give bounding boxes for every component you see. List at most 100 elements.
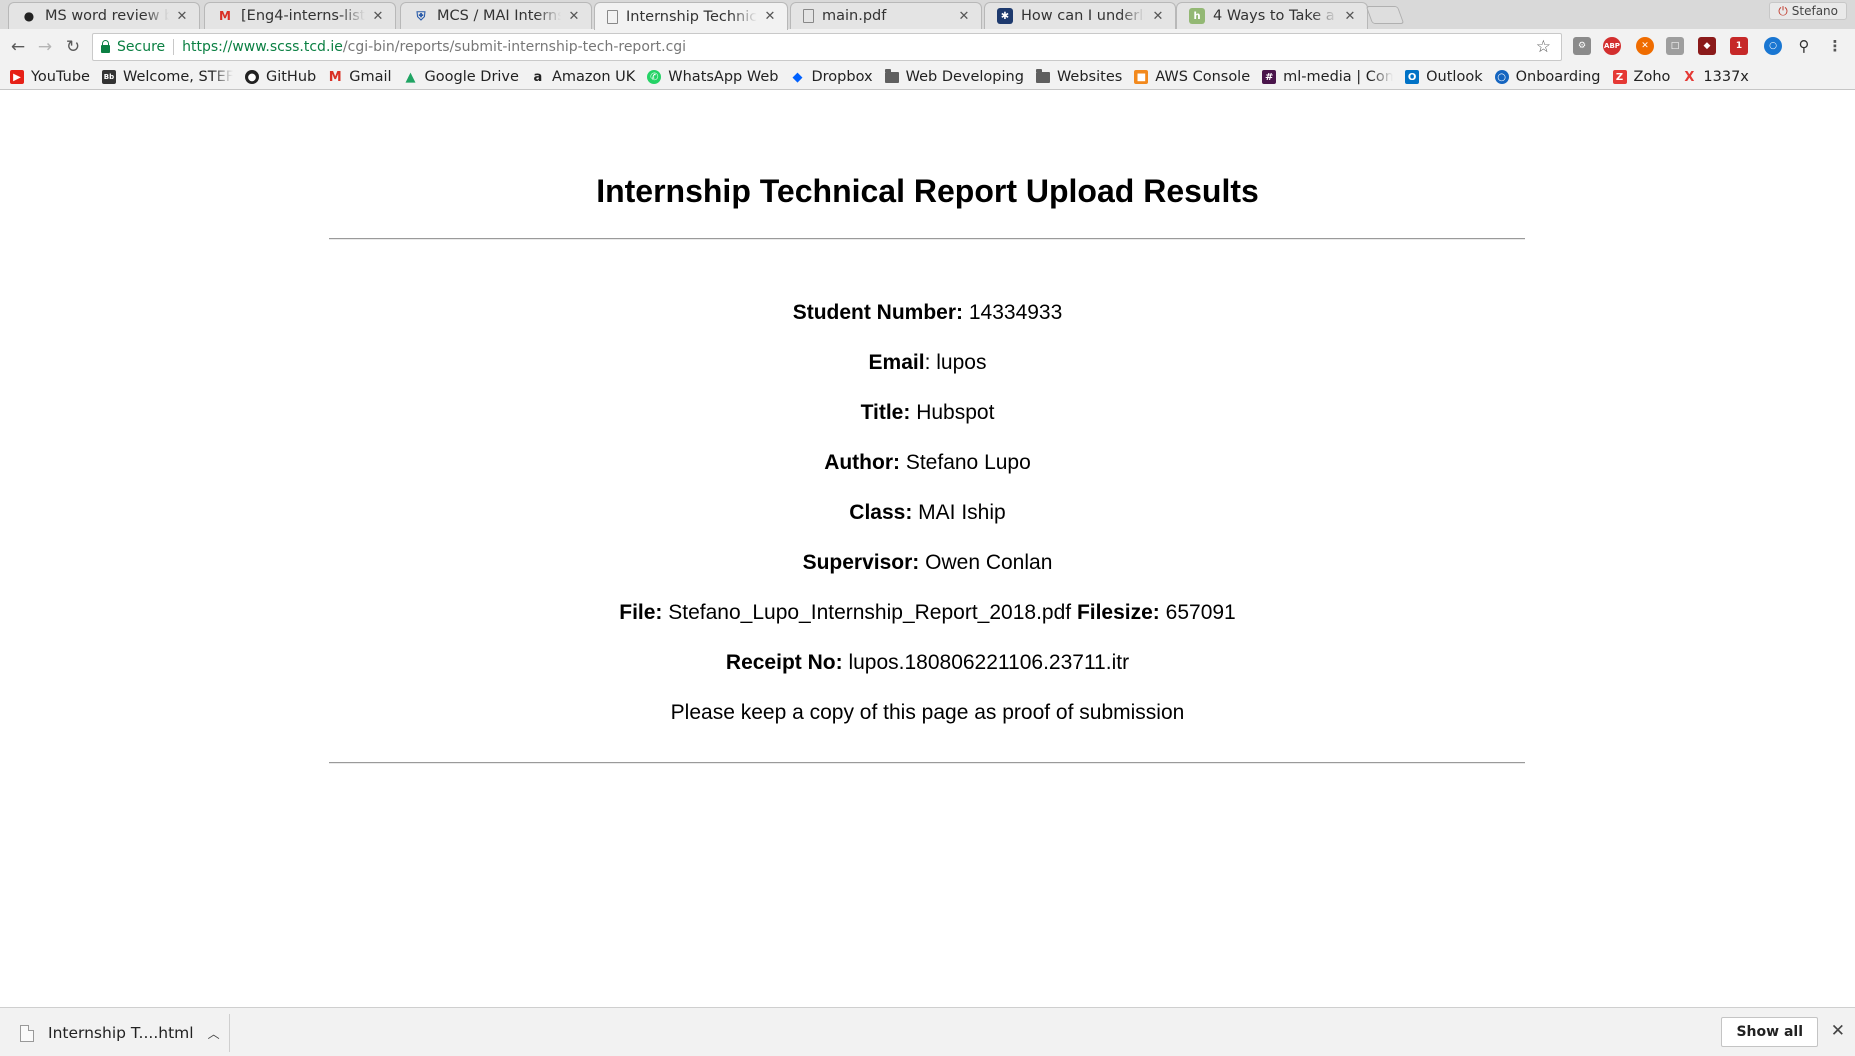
tab-strip: ● MS word review by ✕ M [Eng4-interns-li… (0, 0, 1855, 30)
file-name-value: Stefano_Lupo_Internship_Report_2018.pdf (668, 601, 1072, 624)
browser-toolbar: ← → ↻ Secure https://www.scss.tcd.ie /cg… (0, 29, 1855, 65)
close-icon[interactable]: ✕ (1831, 1021, 1845, 1041)
receipt-value: lupos.180806221106.23711.itr (848, 651, 1130, 674)
bookmark-ml-media[interactable]: #ml-media | Comp (1262, 69, 1393, 85)
bookmark-aws-console[interactable]: ■ AWS Console (1134, 69, 1250, 85)
supervisor-value: Owen Conlan (925, 551, 1053, 574)
bookmark-welcome[interactable]: Bb Welcome, STEFA (101, 69, 233, 85)
close-tab-icon[interactable]: ✕ (1151, 9, 1165, 24)
honey-icon[interactable]: ✕ (1636, 37, 1654, 55)
email-value: lupos (936, 351, 987, 374)
close-tab-icon[interactable]: ✕ (957, 9, 971, 24)
profile-icon: ⏻ (1778, 3, 1788, 18)
youtube-icon: ▶ (10, 70, 24, 84)
slack-icon: # (1262, 70, 1277, 84)
bookmark-google-drive[interactable]: ▲ Google Drive (404, 69, 519, 85)
bookmark-onboarding[interactable]: ○ Onboarding (1494, 69, 1601, 85)
close-tab-icon[interactable]: ✕ (763, 9, 777, 24)
forward-button[interactable]: → (34, 36, 56, 58)
extension-grey-icon[interactable]: □ (1666, 37, 1684, 55)
bookmark-dropbox[interactable]: ◆ Dropbox (790, 69, 872, 85)
url-path: /cgi-bin/reports/submit-internship-tech-… (342, 39, 687, 55)
page-title: Internship Technical Report Upload Resul… (596, 173, 1259, 209)
proof-note: Please keep a copy of this page as proof… (670, 701, 1185, 724)
receipt-label: Receipt No: (725, 651, 843, 674)
separator (173, 39, 175, 55)
address-bar[interactable]: Secure https://www.scss.tcd.ie /cgi-bin/… (92, 33, 1562, 61)
bookmark-zoho[interactable]: Z Zoho (1612, 69, 1670, 85)
tab-ms-word-review[interactable]: ● MS word review by ✕ (8, 2, 200, 29)
author-label: Author: (824, 451, 900, 474)
close-tab-icon[interactable]: ✕ (371, 9, 385, 24)
bookmark-outlook[interactable]: O Outlook (1405, 69, 1483, 85)
title-value: Hubspot (916, 401, 995, 424)
close-tab-icon[interactable]: ✕ (567, 9, 581, 24)
zoho-icon: Z (1612, 70, 1627, 84)
class-row: Class: MAI Iship (0, 501, 1855, 525)
profile-button[interactable]: ⏻ Stefano (1769, 2, 1847, 20)
circle-extension-icon[interactable]: ○ (1764, 37, 1782, 55)
bookmark-whatsapp[interactable]: ✆ WhatsApp Web (647, 69, 778, 85)
folder-icon (1035, 68, 1050, 83)
file-label: File: (619, 601, 663, 624)
bookmark-folder-web-developing[interactable]: Web Developing (884, 68, 1024, 85)
folder-icon (884, 68, 899, 83)
wikihow-icon: h (1189, 8, 1205, 24)
github-icon: ● (23, 9, 35, 23)
secure-label: Secure (117, 39, 166, 55)
divider-bottom (329, 762, 1525, 764)
bookmark-youtube[interactable]: ▶ YouTube (10, 69, 90, 85)
tab-internship-technical[interactable]: Internship Technica ✕ (594, 2, 788, 30)
download-shelf: Internship T....html ︿ Show all ✕ (0, 1007, 1855, 1056)
bookmark-gmail[interactable]: M Gmail (328, 69, 392, 85)
tab-4-ways-screenshot[interactable]: h 4 Ways to Take a Sc ✕ (1176, 2, 1368, 29)
bookmark-github[interactable]: ● GitHub (244, 69, 316, 85)
graph-extension-icon[interactable]: ⚲ (1795, 37, 1813, 55)
tcd-icon: ⛨ (416, 8, 426, 23)
onboarding-icon: ○ (1494, 70, 1509, 84)
ublock-icon[interactable]: ◆ (1698, 37, 1716, 55)
bookmark-1337x[interactable]: X 1337x (1682, 69, 1749, 85)
tab-eng4-interns-list[interactable]: M [Eng4-interns-list] S ✕ (204, 2, 396, 29)
title-row: Title: Hubspot (0, 401, 1855, 425)
page-content: Internship Technical Report Upload Resul… (0, 91, 1855, 1007)
github-icon: ● (244, 70, 259, 84)
email-label: Email (868, 351, 925, 374)
gmail-icon: M (328, 69, 342, 85)
notification-extension-icon[interactable]: 1 (1730, 37, 1748, 55)
extension-off-icon[interactable]: ⚙ (1573, 37, 1591, 55)
file-row: File: Stefano_Lupo_Internship_Report_201… (0, 601, 1855, 625)
whatsapp-icon: ✆ (647, 70, 662, 84)
author-value: Stefano Lupo (905, 451, 1031, 474)
dropbox-icon: ◆ (792, 69, 803, 85)
supervisor-row: Supervisor: Owen Conlan (0, 551, 1855, 575)
show-all-button[interactable]: Show all (1721, 1017, 1818, 1047)
close-tab-icon[interactable]: ✕ (175, 9, 189, 24)
html-file-icon (20, 1024, 34, 1042)
gmail-icon: M (219, 9, 231, 23)
bookmark-folder-websites[interactable]: Websites (1035, 68, 1122, 85)
student-number-value: 14334933 (968, 301, 1063, 324)
download-item[interactable]: Internship T....html ︿ (0, 1014, 230, 1052)
outlook-icon: O (1405, 70, 1420, 84)
new-tab-button[interactable] (1365, 6, 1405, 24)
divider-top (329, 238, 1525, 240)
tab-how-can-i-underline[interactable]: ✱ How can I underline ✕ (984, 2, 1176, 29)
tab-main-pdf[interactable]: main.pdf ✕ (790, 2, 982, 29)
tab-mcs-mai-internship[interactable]: ⛨ MCS / MAI Internsh ✕ (400, 2, 592, 29)
chrome-menu-icon[interactable]: ⋮ (1826, 37, 1844, 55)
title-label: Title: (860, 401, 911, 424)
filesize-value: 657091 (1165, 601, 1236, 624)
download-item-label: Internship T....html (48, 1024, 194, 1042)
close-tab-icon[interactable]: ✕ (1343, 9, 1357, 24)
student-number-label: Student Number: (792, 301, 964, 324)
reload-icon: ↻ (65, 37, 81, 57)
back-button[interactable]: ← (7, 36, 29, 58)
adblock-plus-icon[interactable]: ABP (1603, 37, 1621, 55)
chevron-up-icon[interactable]: ︿ (208, 1025, 220, 1042)
reload-button[interactable]: ↻ (62, 36, 84, 58)
blackboard-icon: Bb (101, 70, 116, 84)
filesize-label: Filesize: (1076, 601, 1160, 624)
bookmark-star-icon[interactable]: ☆ (1536, 37, 1551, 57)
bookmark-amazon-uk[interactable]: a Amazon UK (531, 69, 636, 85)
